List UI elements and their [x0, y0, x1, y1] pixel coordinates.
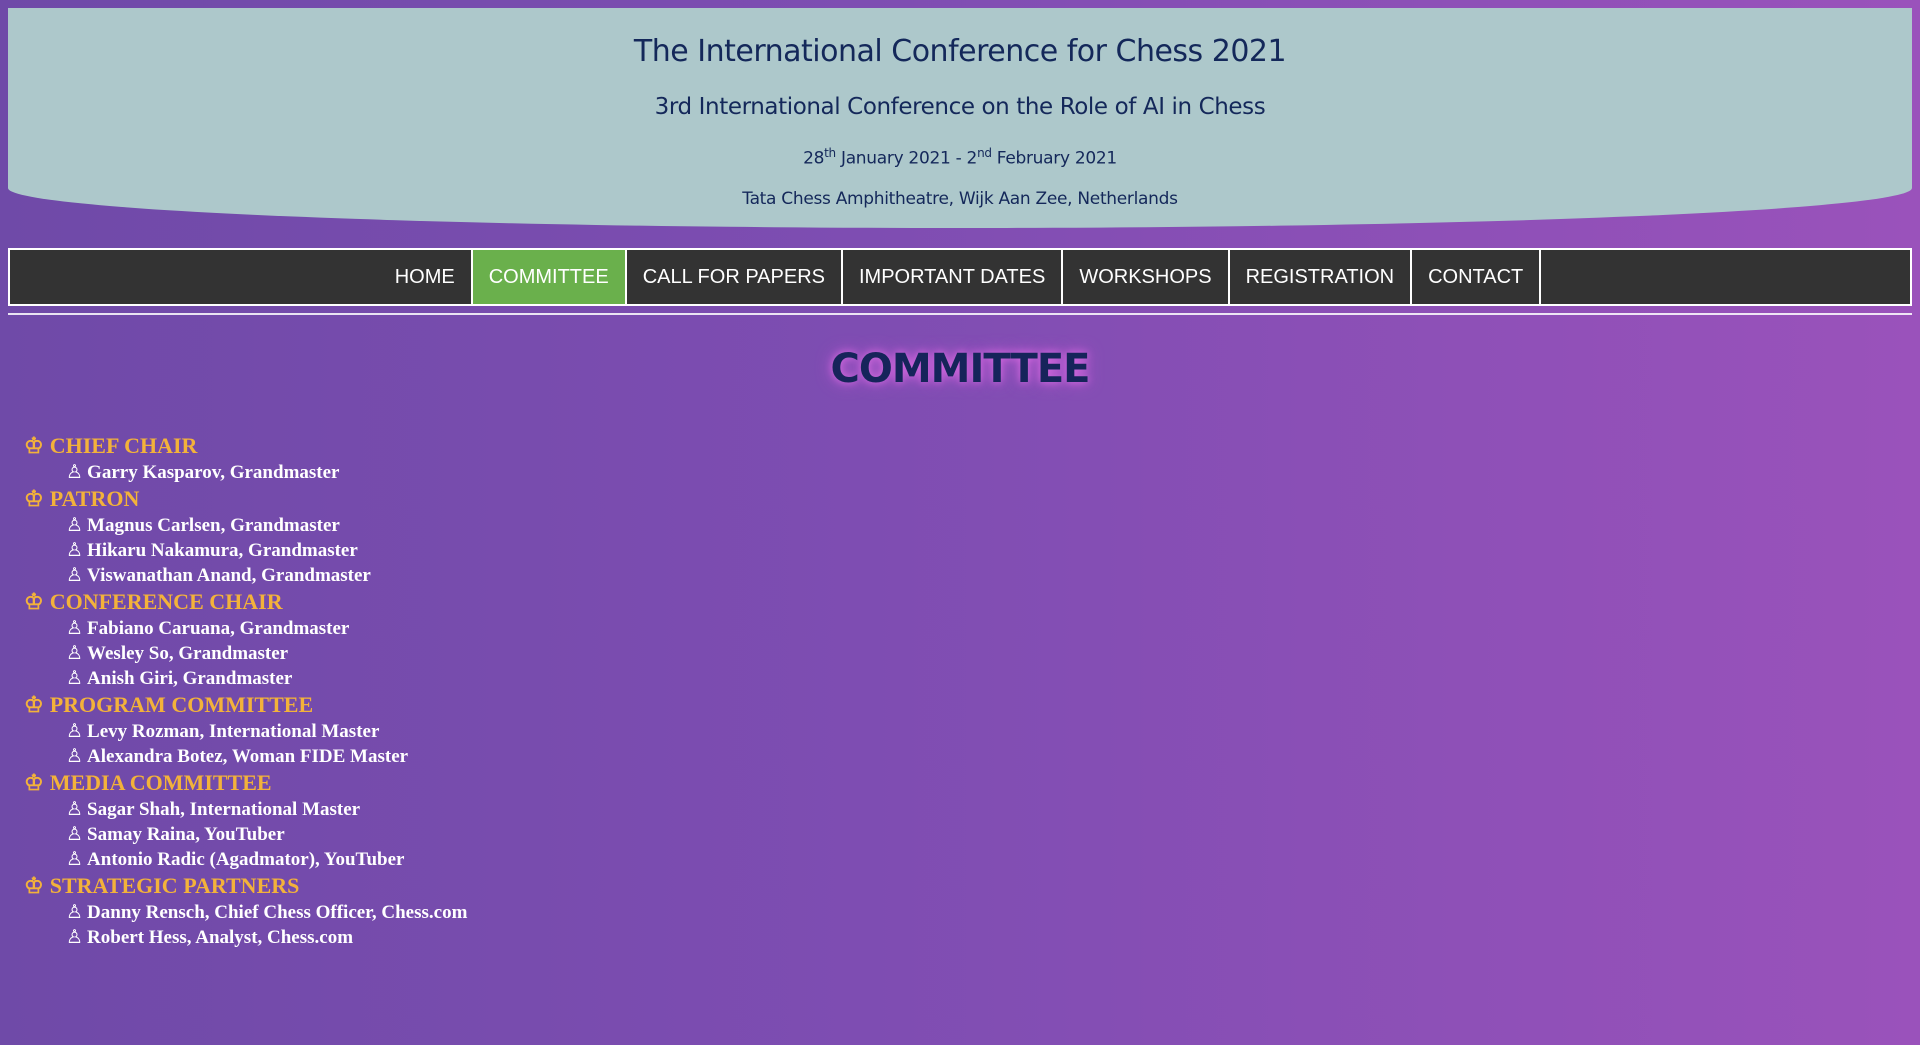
committee-group-title: ♔ CHIEF CHAIR: [24, 432, 467, 460]
committee-group-label: PROGRAM COMMITTEE: [49, 692, 314, 717]
committee-group: ♔ STRATEGIC PARTNERS ♙ Danny Rensch, Chief …: [24, 872, 467, 950]
committee-member-name: Anish Giri, Grandmaster: [87, 668, 293, 689]
committee-member: ♙ Antonio Radic (Agadmator), YouTuber: [24, 847, 467, 872]
pawn-icon: ♙: [66, 799, 84, 820]
pawn-icon: ♙: [66, 721, 84, 742]
committee-group-label: MEDIA COMMITTEE: [49, 770, 272, 795]
start-day: 28: [803, 148, 825, 169]
committee-group-title: ♔ PATRON: [24, 485, 467, 513]
committee-member: ♙ Wesley So, Grandmaster: [24, 641, 467, 666]
dates-middle: January 2021 - 2: [835, 148, 978, 169]
committee-member-name: Fabiano Caruana, Grandmaster: [87, 618, 350, 639]
committee-member-name: Garry Kasparov, Grandmaster: [87, 462, 340, 483]
main-navigation: HOME COMMITTEE CALL FOR PAPERS IMPORTANT DA…: [8, 248, 1912, 306]
pawn-icon: ♙: [66, 927, 84, 948]
member-list: ♙ Levy Rozman, International Master ♙ Alexa…: [24, 719, 467, 769]
committee-group-label: CHIEF CHAIR: [49, 433, 198, 458]
member-list: ♙ Fabiano Caruana, Grandmaster ♙ Wesley So,…: [24, 616, 467, 691]
committee-member-name: Hikaru Nakamura, Grandmaster: [87, 540, 358, 561]
nav-item-workshops[interactable]: WORKSHOPS: [1063, 250, 1230, 304]
committee-member: ♙ Viswanathan Anand, Grandmaster: [24, 563, 467, 588]
committee-member-name: Danny Rensch, Chief Chess Officer, Chess…: [87, 902, 468, 923]
committee-member: ♙ Hikaru Nakamura, Grandmaster: [24, 538, 467, 563]
pawn-icon: ♙: [66, 746, 84, 767]
pawn-icon: ♙: [66, 668, 84, 689]
committee-group-label: PATRON: [49, 486, 140, 511]
committee-group: ♔ PATRON ♙ Magnus Carlsen, Grandmaster ♙ Hika…: [24, 485, 467, 588]
crown-icon: ♔: [24, 486, 44, 511]
committee-member-name: Antonio Radic (Agadmator), YouTuber: [87, 849, 405, 870]
committee-group: ♔ CONFERENCE CHAIR ♙ Fabiano Caruana, Grand…: [24, 588, 467, 691]
committee-member-name: Alexandra Botez, Woman FIDE Master: [87, 746, 409, 767]
member-list: ♙ Garry Kasparov, Grandmaster: [24, 460, 467, 485]
committee-group: ♔ PROGRAM COMMITTEE ♙ Levy Rozman, Internat…: [24, 691, 467, 769]
crown-icon: ♔: [24, 873, 44, 898]
pawn-icon: ♙: [66, 849, 84, 870]
committee-member-name: Magnus Carlsen, Grandmaster: [87, 515, 340, 536]
pawn-icon: ♙: [66, 618, 84, 639]
committee-group-title: ♔ STRATEGIC PARTNERS: [24, 872, 467, 900]
nav-item-committee[interactable]: COMMITTEE: [472, 250, 627, 304]
pawn-icon: ♙: [66, 540, 84, 561]
committee-group: ♔ MEDIA COMMITTEE ♙ Sagar Shah, Internation…: [24, 769, 467, 872]
divider: [8, 313, 1912, 315]
member-list: ♙ Magnus Carlsen, Grandmaster ♙ Hikaru Naka…: [24, 513, 467, 588]
committee-member: ♙ Magnus Carlsen, Grandmaster: [24, 513, 467, 538]
committee-member-name: Robert Hess, Analyst, Chess.com: [87, 927, 354, 948]
committee-member-name: Wesley So, Grandmaster: [87, 643, 289, 664]
conference-title: The International Conference for Chess 2…: [633, 34, 1287, 69]
committee-group-label: CONFERENCE CHAIR: [49, 589, 283, 614]
crown-icon: ♔: [24, 433, 44, 458]
committee-member: ♙ Robert Hess, Analyst, Chess.com: [24, 925, 467, 950]
conference-subtitle: 3rd International Conference on the Role…: [654, 94, 1266, 120]
start-day-suffix: th: [824, 146, 836, 160]
nav-item-home[interactable]: HOME: [379, 250, 473, 304]
committee-member-name: Levy Rozman, International Master: [87, 721, 380, 742]
committee-member: ♙ Sagar Shah, International Master: [24, 797, 467, 822]
page-title: COMMITTEE: [830, 346, 1091, 392]
committee-member-name: Samay Raina, YouTuber: [87, 824, 285, 845]
end-day-suffix: nd: [977, 146, 992, 160]
committee-group-label: STRATEGIC PARTNERS: [49, 873, 300, 898]
committee-member: ♙ Danny Rensch, Chief Chess Officer, Ches…: [24, 900, 467, 925]
member-list: ♙ Sagar Shah, International Master ♙ Samay …: [24, 797, 467, 872]
committee-group: ♔ CHIEF CHAIR ♙ Garry Kasparov, Grandmaster: [24, 432, 467, 485]
committee-member: ♙ Samay Raina, YouTuber: [24, 822, 467, 847]
pawn-icon: ♙: [66, 643, 84, 664]
committee-group-title: ♔ PROGRAM COMMITTEE: [24, 691, 467, 719]
pawn-icon: ♙: [66, 515, 84, 536]
pawn-icon: ♙: [66, 902, 84, 923]
pawn-icon: ♙: [66, 462, 84, 483]
committee-member: ♙ Levy Rozman, International Master: [24, 719, 467, 744]
nav-item-call-for-papers[interactable]: CALL FOR PAPERS: [627, 250, 843, 304]
nav-item-important-dates[interactable]: IMPORTANT DATES: [843, 250, 1064, 304]
committee-member: ♙ Anish Giri, Grandmaster: [24, 666, 467, 691]
committee-member: ♙ Fabiano Caruana, Grandmaster: [24, 616, 467, 641]
committee-member: ♙ Alexandra Botez, Woman FIDE Master: [24, 744, 467, 769]
crown-icon: ♔: [24, 770, 44, 795]
committee-list: ♔ CHIEF CHAIR ♙ Garry Kasparov, Grandmaster…: [24, 432, 467, 950]
pawn-icon: ♙: [66, 824, 84, 845]
crown-icon: ♔: [24, 589, 44, 614]
conference-header: The International Conference for Chess 2…: [8, 8, 1912, 228]
committee-member-name: Viswanathan Anand, Grandmaster: [87, 565, 371, 586]
pawn-icon: ♙: [66, 565, 84, 586]
nav-item-contact[interactable]: CONTACT: [1412, 250, 1542, 304]
committee-member-name: Sagar Shah, International Master: [87, 799, 361, 820]
nav-item-registration[interactable]: REGISTRATION: [1230, 250, 1413, 304]
member-list: ♙ Danny Rensch, Chief Chess Officer, Ches…: [24, 900, 467, 950]
committee-group-title: ♔ CONFERENCE CHAIR: [24, 588, 467, 616]
conference-dates: 28th January 2021 - 2nd February 2021: [8, 146, 1912, 169]
committee-member: ♙ Garry Kasparov, Grandmaster: [24, 460, 467, 485]
committee-group-title: ♔ MEDIA COMMITTEE: [24, 769, 467, 797]
conference-venue: Tata Chess Amphitheatre, Wijk Aan Zee, N…: [742, 189, 1178, 209]
dates-end: February 2021: [991, 148, 1117, 169]
crown-icon: ♔: [24, 692, 44, 717]
